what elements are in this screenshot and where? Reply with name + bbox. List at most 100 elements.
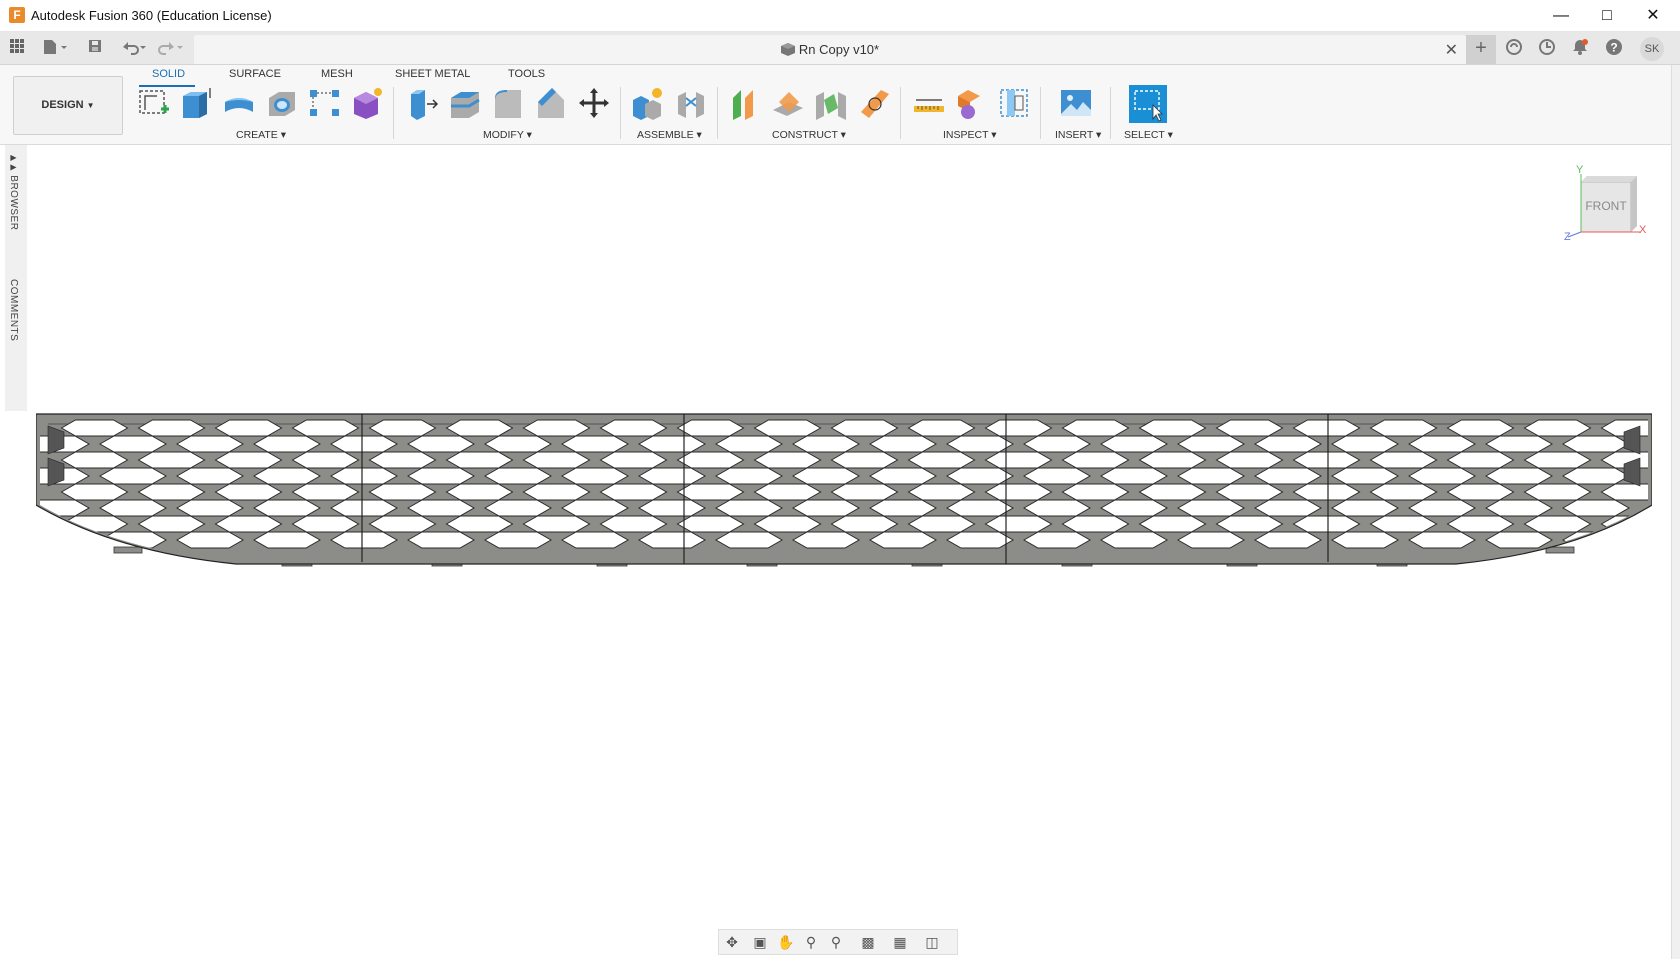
grille-opening	[406, 435, 476, 453]
construct-menu[interactable]: CONSTRUCT ▾	[772, 129, 846, 141]
grille-opening	[291, 515, 360, 533]
grille-opening	[214, 515, 283, 533]
grille-opening	[599, 451, 668, 469]
section-analysis-icon[interactable]	[997, 86, 1031, 120]
grille-opening	[1446, 515, 1515, 533]
shell-icon[interactable]	[448, 86, 482, 120]
interference-icon[interactable]	[954, 86, 988, 120]
measure-icon[interactable]	[912, 86, 946, 120]
tab-mesh[interactable]: MESH	[321, 68, 353, 80]
select-menu[interactable]: SELECT ▾	[1124, 129, 1173, 141]
hole-icon[interactable]	[265, 86, 299, 120]
document-close-icon[interactable]: ✕	[1445, 40, 1458, 60]
assemble-menu[interactable]: ASSEMBLE ▾	[637, 129, 702, 141]
grille-opening	[637, 499, 707, 517]
tab-solid[interactable]: SOLID	[152, 68, 185, 80]
right-edge	[1671, 65, 1680, 959]
tab-tools[interactable]: TOOLS	[508, 68, 545, 80]
pattern-icon[interactable]	[308, 86, 342, 120]
pan-icon[interactable]: ✋	[777, 933, 795, 951]
grille-opening	[1330, 435, 1400, 453]
revolve-icon[interactable]	[222, 86, 256, 120]
look-at-icon[interactable]: ▣	[751, 933, 769, 951]
viewports-icon[interactable]: ◫	[923, 933, 941, 951]
grille-opening	[907, 451, 976, 469]
redo-icon[interactable]	[155, 38, 185, 58]
grille-opening	[329, 435, 399, 453]
display-settings-icon[interactable]: ▩	[859, 933, 877, 951]
grille-opening	[522, 515, 591, 533]
toolbar-ribbon: DESIGN ▼ SOLID SURFACE MESH SHEET METAL …	[0, 65, 1680, 145]
grille-opening	[1292, 515, 1361, 533]
grille-opening	[1022, 499, 1092, 517]
grille-opening	[1330, 531, 1400, 549]
grille-opening	[1061, 515, 1130, 533]
grille-opening	[445, 451, 514, 469]
joint-icon[interactable]	[674, 86, 708, 120]
grille-opening	[1253, 467, 1323, 485]
grille-opening	[406, 531, 476, 549]
ribbon-divider	[900, 87, 901, 139]
grille-opening	[984, 515, 1053, 533]
chamfer-icon[interactable]	[534, 86, 568, 120]
create-sketch-icon[interactable]	[137, 86, 171, 120]
tab-sheet-metal[interactable]: SHEET METAL	[395, 68, 470, 80]
grid-apps-icon[interactable]	[7, 38, 27, 58]
grille-opening	[1061, 419, 1130, 437]
fit-icon[interactable]: ⚲	[827, 933, 845, 951]
workspace-switcher[interactable]: DESIGN ▼	[13, 76, 123, 135]
undo-icon[interactable]	[118, 38, 148, 58]
orbit-icon[interactable]: ✥	[723, 933, 741, 951]
close-icon[interactable]: ✕	[1630, 0, 1676, 31]
viewcube-face-label: FRONT	[1585, 199, 1627, 213]
grille-model[interactable]	[35, 410, 1653, 581]
file-icon[interactable]	[40, 38, 70, 58]
grille-opening	[676, 483, 745, 501]
midplane-icon[interactable]	[814, 86, 848, 120]
tangent-plane-icon[interactable]	[857, 86, 891, 120]
offset-plane-icon[interactable]	[729, 86, 763, 120]
inspect-menu[interactable]: INSPECT ▾	[943, 129, 997, 141]
browser-panel-toggle[interactable]: ▶▶ BROWSER	[8, 153, 19, 230]
minimize-icon[interactable]: —	[1538, 0, 1584, 31]
move-icon[interactable]	[577, 86, 611, 120]
grille-opening	[329, 467, 399, 485]
extrude-icon[interactable]	[179, 86, 213, 120]
new-component-icon[interactable]	[631, 86, 665, 120]
plane-at-angle-icon[interactable]	[771, 86, 805, 120]
press-pull-icon[interactable]	[405, 86, 439, 120]
grille-opening	[1215, 419, 1284, 437]
grille-opening	[98, 499, 168, 517]
comments-panel-toggle[interactable]: COMMENTS	[8, 279, 19, 341]
user-avatar[interactable]: SK	[1640, 37, 1664, 61]
grid-settings-icon[interactable]: ▦	[891, 933, 909, 951]
fillet-icon[interactable]	[491, 86, 525, 120]
title-bar: F Autodesk Fusion 360 (Education License…	[0, 0, 1680, 32]
grille-opening	[1369, 483, 1438, 501]
add-tab-icon[interactable]: +	[1466, 35, 1496, 64]
grille-opening	[137, 483, 206, 501]
job-status-icon[interactable]	[1503, 38, 1525, 60]
notifications-icon[interactable]	[1569, 38, 1591, 60]
tab-surface[interactable]: SURFACE	[229, 68, 281, 80]
zoom-icon[interactable]: ⚲	[802, 933, 820, 951]
modify-menu[interactable]: MODIFY ▾	[483, 129, 532, 141]
svg-text:?: ?	[1610, 41, 1617, 55]
insert-menu[interactable]: INSERT ▾	[1055, 129, 1101, 141]
create-form-icon[interactable]	[350, 86, 384, 120]
history-icon[interactable]	[1536, 38, 1558, 60]
document-tab[interactable]: Rn Copy v10* ✕	[194, 35, 1466, 64]
help-icon[interactable]: ?	[1603, 38, 1625, 60]
save-icon[interactable]	[85, 38, 105, 58]
grille-opening	[753, 419, 822, 437]
grille-opening	[791, 499, 861, 517]
grille-opening	[907, 483, 976, 501]
create-menu[interactable]: CREATE ▾	[236, 129, 286, 141]
maximize-icon[interactable]: □	[1584, 0, 1630, 31]
grille-opening	[1253, 499, 1323, 517]
grille-opening	[175, 435, 245, 453]
grille-opening	[830, 419, 899, 437]
insert-image-icon[interactable]	[1059, 86, 1093, 120]
window-select-icon[interactable]	[1129, 85, 1167, 123]
viewcube[interactable]: FRONT Y X Z	[1564, 164, 1646, 246]
